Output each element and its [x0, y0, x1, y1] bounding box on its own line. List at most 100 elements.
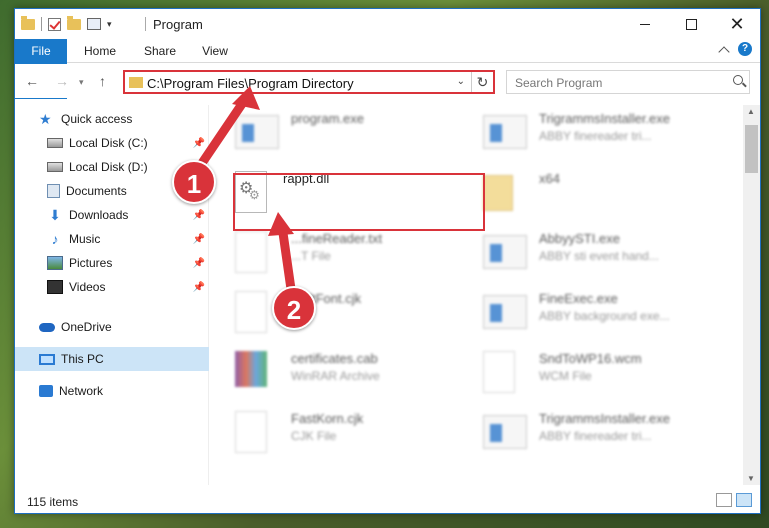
scroll-up-arrow-icon[interactable]: ▲: [747, 107, 755, 116]
quick-access-star-icon: ★: [39, 111, 52, 127]
exe-icon: [483, 415, 527, 449]
file-item[interactable]: TrigrammsInstaller.exe ABBY finereader t…: [483, 407, 728, 467]
large-icons-view-icon[interactable]: [736, 493, 752, 507]
up-arrow-icon[interactable]: ↑: [99, 73, 106, 89]
address-row: ← → ▾ ↑ C:\Program Files\Program Directo…: [15, 64, 760, 98]
new-folder-icon[interactable]: [67, 15, 81, 30]
file-name: AbbyySTI.exe: [539, 231, 620, 246]
text-file-icon: [235, 231, 267, 273]
file-item[interactable]: FastKorn.cjk CJK File: [235, 407, 480, 467]
sidebar-item-onedrive[interactable]: OneDrive: [15, 315, 209, 339]
file-item[interactable]: ...fineReader.txt ...T File: [235, 227, 480, 287]
file-item[interactable]: SndToWP16.wcm WCM File: [483, 347, 728, 407]
search-icon[interactable]: [733, 75, 743, 85]
sidebar-item-label: Local Disk (C:): [69, 136, 148, 150]
navigation-pane: ★ Quick access Local Disk (C:) 📌 Local D…: [15, 105, 209, 485]
back-arrow-icon[interactable]: ←: [25, 73, 39, 89]
sidebar-item-pictures[interactable]: Pictures 📌: [15, 251, 209, 275]
ribbon: File Home Share View ?: [15, 39, 760, 99]
close-button[interactable]: ✕: [714, 9, 760, 39]
file-name: certificates.cab: [291, 351, 378, 366]
winrar-icon: [235, 351, 267, 387]
item-count: 115 items: [27, 495, 79, 509]
videos-icon: [47, 280, 63, 294]
maximize-button[interactable]: [668, 9, 714, 39]
scroll-down-arrow-icon[interactable]: ▼: [747, 474, 755, 483]
file-item[interactable]: ...ultFont.cjk ...e: [235, 287, 480, 347]
forward-arrow-icon[interactable]: →: [55, 73, 69, 89]
pictures-icon: [47, 256, 63, 270]
documents-icon: [47, 184, 60, 198]
title-divider: [145, 17, 146, 31]
callout-step-2: 2: [272, 286, 316, 330]
sidebar-item-network[interactable]: Network: [15, 379, 209, 403]
sidebar-item-downloads[interactable]: ⬇ Downloads 📌: [15, 203, 209, 227]
music-icon: ♪: [51, 231, 59, 247]
file-item[interactable]: certificates.cab WinRAR Archive: [235, 347, 480, 407]
file-type: WinRAR Archive: [291, 369, 380, 383]
sidebar-item-label: Music: [69, 232, 101, 246]
sidebar-item-label: This PC: [61, 352, 104, 366]
sidebar-item-label: Videos: [69, 280, 106, 294]
folder-icon[interactable]: [21, 15, 35, 30]
scrollbar-thumb[interactable]: [745, 125, 758, 173]
tab-home[interactable]: Home: [75, 39, 125, 63]
window-controls: ✕: [622, 9, 760, 39]
title-bar: ▾ Program ✕: [15, 9, 760, 39]
expand-ribbon-chevron-icon[interactable]: [718, 45, 730, 58]
vertical-scrollbar[interactable]: ▲ ▼: [743, 105, 760, 485]
exe-icon: [235, 115, 279, 149]
sidebar-item-label: Quick access: [61, 112, 133, 126]
tab-share[interactable]: Share: [135, 39, 185, 63]
exe-icon: [483, 235, 527, 269]
exe-icon: [483, 115, 527, 149]
sidebar-item-label: Documents: [66, 184, 127, 198]
file-type: ABBY sti event hand...: [539, 249, 659, 263]
file-item[interactable]: TrigrammsInstaller.exe ABBY finereader t…: [483, 107, 728, 167]
network-icon: [39, 385, 53, 397]
drive-icon: [47, 138, 63, 148]
sidebar-item-quick-access[interactable]: ★ Quick access: [15, 107, 209, 131]
file-name: FastKorn.cjk: [291, 411, 364, 426]
search-input[interactable]: Search Program: [506, 70, 750, 94]
sidebar-item-local-disk-c[interactable]: Local Disk (C:) 📌: [15, 131, 209, 155]
properties-icon[interactable]: [87, 18, 101, 30]
window-title: Program: [153, 17, 203, 32]
file-item[interactable]: AbbyySTI.exe ABBY sti event hand...: [483, 227, 728, 287]
properties-check-icon[interactable]: [48, 17, 61, 31]
pin-icon: 📌: [192, 281, 205, 293]
file-type: ABBY finereader tri...: [539, 129, 652, 143]
customize-toolbar-dropdown-icon[interactable]: ▾: [107, 19, 112, 30]
file-icon: [235, 411, 267, 453]
sidebar-item-this-pc[interactable]: This PC: [15, 347, 209, 371]
tab-view[interactable]: View: [193, 39, 237, 63]
address-bar[interactable]: C:\Program Files\Program Directory ⌄ ↻: [123, 70, 495, 94]
file-item[interactable]: x64: [483, 167, 728, 227]
sidebar-item-label: OneDrive: [61, 320, 112, 334]
sidebar-item-videos[interactable]: Videos 📌: [15, 275, 209, 299]
sidebar-item-label: Local Disk (D:): [69, 160, 148, 174]
file-item[interactable]: program.exe: [235, 107, 480, 167]
pin-icon: 📌: [192, 233, 205, 245]
search-placeholder: Search Program: [515, 76, 603, 90]
sidebar-item-music[interactable]: ♪ Music 📌: [15, 227, 209, 251]
refresh-icon[interactable]: ↻: [471, 72, 493, 92]
file-icon: [483, 351, 515, 393]
callout-step-1: 1: [172, 160, 216, 204]
minimize-button[interactable]: [622, 9, 668, 39]
address-dropdown-chevron-icon[interactable]: ⌄: [457, 76, 465, 87]
this-pc-icon: [39, 353, 55, 365]
details-view-icon[interactable]: [716, 493, 732, 507]
file-icon: [235, 291, 267, 333]
drive-icon: [47, 162, 63, 172]
pin-icon: 📌: [192, 209, 205, 221]
downloads-icon: ⬇: [49, 207, 61, 223]
ribbon-right-controls: ?: [718, 42, 752, 58]
address-path[interactable]: C:\Program Files\Program Directory: [147, 76, 354, 91]
help-icon[interactable]: ?: [738, 42, 752, 56]
file-item[interactable]: FineExec.exe ABBY background exe...: [483, 287, 728, 347]
recent-locations-chevron-icon[interactable]: ▾: [79, 77, 84, 88]
explorer-window: ▾ Program ✕ File Home Share View ? ← → ▾…: [14, 8, 761, 514]
exe-icon: [483, 295, 527, 329]
file-name: FineExec.exe: [539, 291, 618, 306]
